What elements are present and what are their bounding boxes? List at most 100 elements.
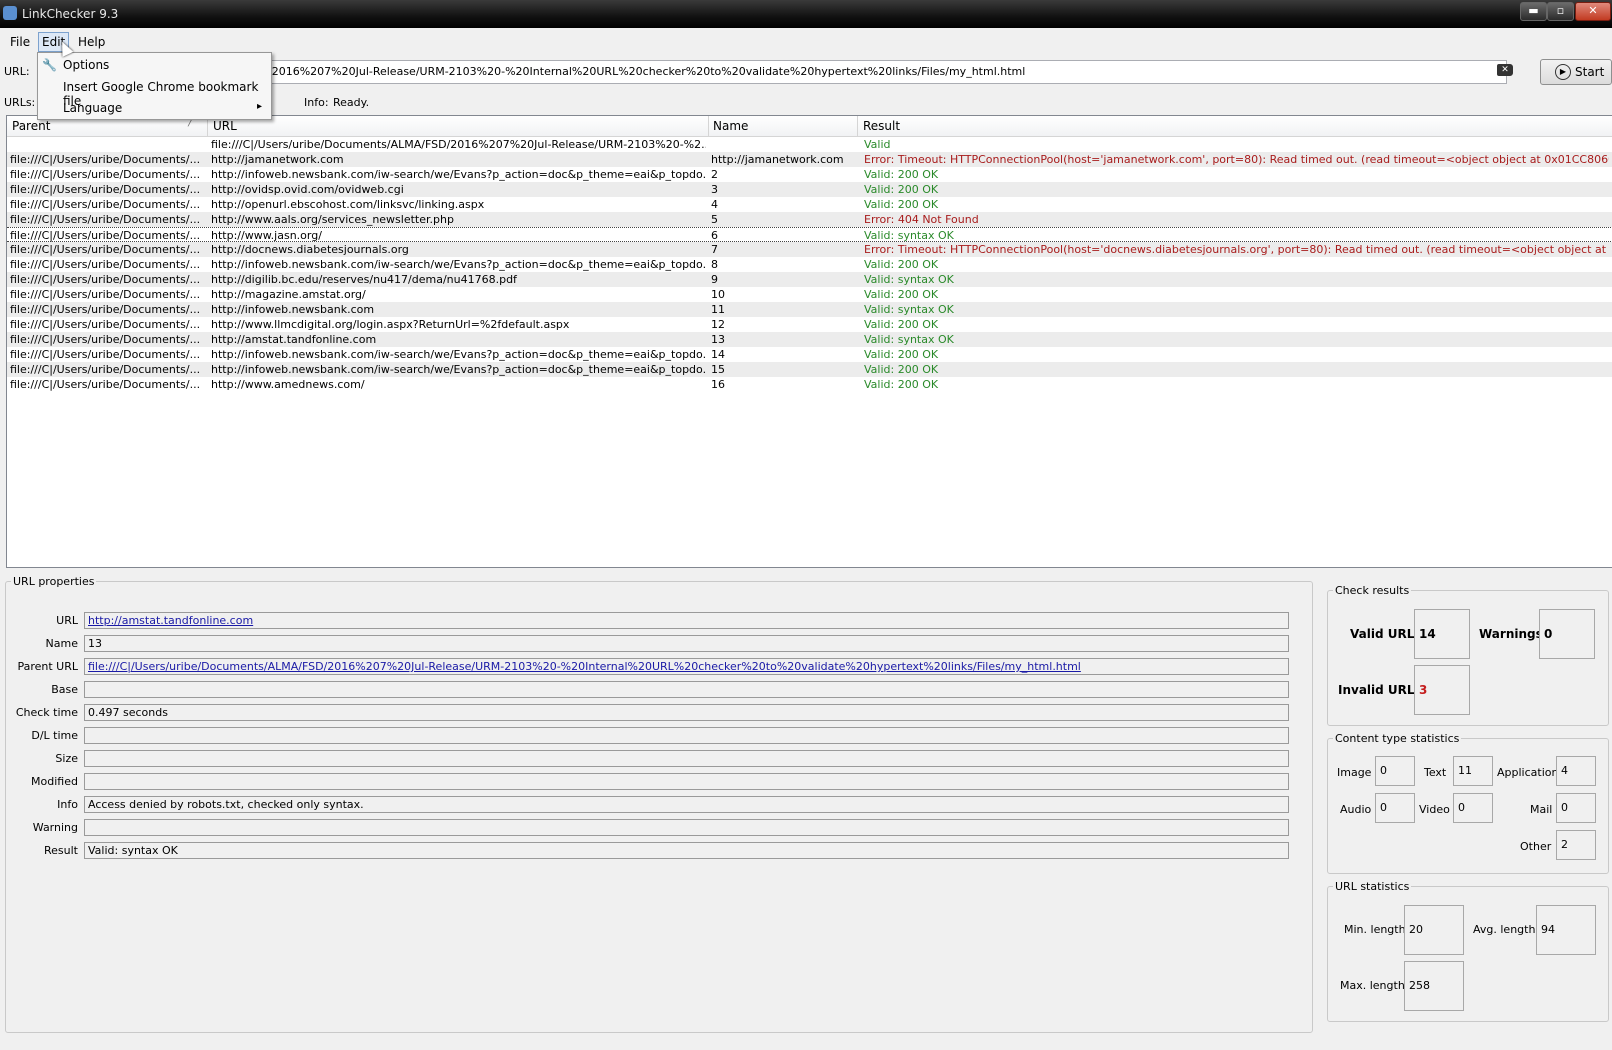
image-label: Image <box>1337 766 1372 779</box>
info-value: Ready. <box>333 96 370 109</box>
prop-parent-value[interactable]: file:///C|/Users/uribe/Documents/ALMA/FS… <box>88 660 1081 673</box>
edit-menu-dropdown: 🔧 Options Insert Google Chrome bookmark … <box>37 52 272 120</box>
cell-result: Valid: 200 OK <box>864 168 939 181</box>
table-row[interactable]: file:///C|/Users/uribe/Documents/... http… <box>7 257 1612 272</box>
application-value: 4 <box>1556 756 1596 786</box>
cell-result: Valid: 200 OK <box>864 198 939 211</box>
minimize-button[interactable]: ▬ <box>1520 2 1547 21</box>
prop-checktime-label: Check time <box>15 706 78 719</box>
avg-length-value: 94 <box>1536 905 1596 955</box>
cell-url: http://infoweb.newsbank.com/iw-search/we… <box>211 348 706 361</box>
column-name[interactable]: Name <box>713 119 748 133</box>
info-label: Info: <box>304 96 329 109</box>
cell-url: http://www.llmcdigital.org/login.aspx?Re… <box>211 318 570 331</box>
prop-name-value: 13 <box>88 637 102 650</box>
prop-parent-field[interactable]: file:///C|/Users/uribe/Documents/ALMA/FS… <box>84 658 1289 675</box>
cell-result: Valid: 200 OK <box>864 363 939 376</box>
menu-item-options[interactable]: Options <box>63 58 109 72</box>
cell-url: http://infoweb.newsbank.com/iw-search/we… <box>211 258 706 271</box>
text-value: 11 <box>1453 756 1493 786</box>
table-row[interactable]: file:///C|/Users/uribe/Documents/... http… <box>7 272 1612 287</box>
url-input-box[interactable] <box>263 60 1507 84</box>
table-row[interactable]: file:///C|/Users/uribe/Documents/... http… <box>7 287 1612 302</box>
prop-dltime-label: D/L time <box>31 729 78 742</box>
prop-info-label: Info <box>57 798 78 811</box>
cell-url: http://amstat.tandfonline.com <box>211 333 377 346</box>
column-result[interactable]: Result <box>863 119 900 133</box>
cell-url: http://infoweb.newsbank.com/iw-search/we… <box>211 363 706 376</box>
prop-size-field[interactable] <box>84 750 1289 767</box>
url-stats-title: URL statistics <box>1333 880 1412 893</box>
cell-url: http://ovidsp.ovid.com/ovidweb.cgi <box>211 183 404 196</box>
cell-parent: file:///C|/Users/uribe/Documents/... <box>10 378 201 391</box>
cell-parent: file:///C|/Users/uribe/Documents/... <box>10 229 201 242</box>
cell-result: Valid: 200 OK <box>864 288 939 301</box>
close-button[interactable]: ✕ <box>1575 2 1611 21</box>
prop-modified-field[interactable] <box>84 773 1289 790</box>
prop-size-label: Size <box>55 752 78 765</box>
invalid-urls-value: 3 <box>1414 665 1470 715</box>
start-label: Start <box>1575 65 1605 79</box>
cell-parent: file:///C|/Users/uribe/Documents/... <box>10 273 201 286</box>
cell-result: Valid: 200 OK <box>864 318 939 331</box>
max-length-label: Max. length <box>1340 979 1405 992</box>
table-row[interactable]: file:///C|/Users/uribe/Documents/... http… <box>7 152 1612 167</box>
prop-name-field[interactable]: 13 <box>84 635 1289 652</box>
cell-name: 6 <box>711 229 718 242</box>
prop-result-field[interactable]: Valid: syntax OK <box>84 842 1289 859</box>
cell-parent: file:///C|/Users/uribe/Documents/... <box>10 288 201 301</box>
text-label: Text <box>1424 766 1447 779</box>
prop-warning-field[interactable] <box>84 819 1289 836</box>
min-length-value: 20 <box>1404 905 1464 955</box>
results-table[interactable]: Parent ╱ URL Name Result file:///C|/User… <box>6 115 1612 568</box>
table-row[interactable]: file:///C|/Users/uribe/Documents/... http… <box>7 302 1612 317</box>
cell-parent: file:///C|/Users/uribe/Documents/... <box>10 348 201 361</box>
cell-parent: file:///C|/Users/uribe/Documents/... <box>10 153 201 166</box>
menu-help[interactable]: Help <box>78 35 105 49</box>
cell-url: http://www.jasn.org/ <box>211 229 322 242</box>
cell-url: http://www.aals.org/services_newsletter.… <box>211 213 454 226</box>
cell-name: 5 <box>711 213 718 226</box>
clear-icon[interactable]: ✕ <box>1497 64 1513 76</box>
prop-info-field[interactable]: Access denied by robots.txt, checked onl… <box>84 796 1289 813</box>
cell-result: Valid: syntax OK <box>864 273 954 286</box>
prop-url-label: URL <box>56 614 78 627</box>
max-length-value: 258 <box>1404 961 1464 1011</box>
prop-url-value[interactable]: http://amstat.tandfonline.com <box>88 614 253 627</box>
menu-file[interactable]: File <box>10 35 30 49</box>
cell-result: Valid: 200 OK <box>864 258 939 271</box>
table-row[interactable]: file:///C|/Users/uribe/Documents/... http… <box>7 362 1612 377</box>
table-row[interactable]: file:///C|/Users/uribe/Documents/... http… <box>7 242 1612 257</box>
invalid-urls-label: Invalid URLs <box>1338 683 1422 697</box>
prop-url-field[interactable]: http://amstat.tandfonline.com <box>84 612 1289 629</box>
table-row[interactable]: file:///C|/Users/uribe/Documents/... http… <box>7 347 1612 362</box>
table-row[interactable]: file:///C|/Users/uribe/Documents/... http… <box>7 227 1612 242</box>
mail-value: 0 <box>1556 793 1596 823</box>
table-row[interactable]: file:///C|/Users/uribe/Documents/... http… <box>7 377 1612 392</box>
prop-base-field[interactable] <box>84 681 1289 698</box>
menu-item-language[interactable]: Language <box>63 101 122 115</box>
table-row[interactable]: file:///C|/Users/uribe/Documents/... http… <box>7 317 1612 332</box>
urls-label: URLs: <box>4 96 36 109</box>
cell-name: 7 <box>711 243 718 256</box>
wrench-icon: 🔧 <box>42 58 57 72</box>
maximize-button[interactable]: ▫ <box>1547 2 1574 21</box>
cell-parent: file:///C|/Users/uribe/Documents/... <box>10 303 201 316</box>
cell-result: Error: 404 Not Found <box>864 213 979 226</box>
table-row[interactable]: file:///C|/Users/uribe/Documents/... http… <box>7 182 1612 197</box>
table-row[interactable]: file:///C|/Users/uribe/Documents/... http… <box>7 167 1612 182</box>
column-url[interactable]: URL <box>213 119 237 133</box>
prop-result-label: Result <box>44 844 78 857</box>
table-row[interactable]: file:///C|/Users/uribe/Documents/... http… <box>7 212 1612 227</box>
prop-dltime-field[interactable] <box>84 727 1289 744</box>
cell-result: Valid: syntax OK <box>864 229 954 242</box>
table-row[interactable]: file:///C|/Users/uribe/Documents/ALMA/FS… <box>7 137 1612 152</box>
table-row[interactable]: file:///C|/Users/uribe/Documents/... http… <box>7 197 1612 212</box>
start-button[interactable]: ▶ Start <box>1540 59 1612 85</box>
prop-name-label: Name <box>45 637 78 650</box>
prop-checktime-field[interactable]: 0.497 seconds <box>84 704 1289 721</box>
table-row[interactable]: file:///C|/Users/uribe/Documents/... http… <box>7 332 1612 347</box>
url-input[interactable] <box>264 61 1472 81</box>
column-parent[interactable]: Parent <box>12 119 50 133</box>
content-stats-title: Content type statistics <box>1333 732 1462 745</box>
